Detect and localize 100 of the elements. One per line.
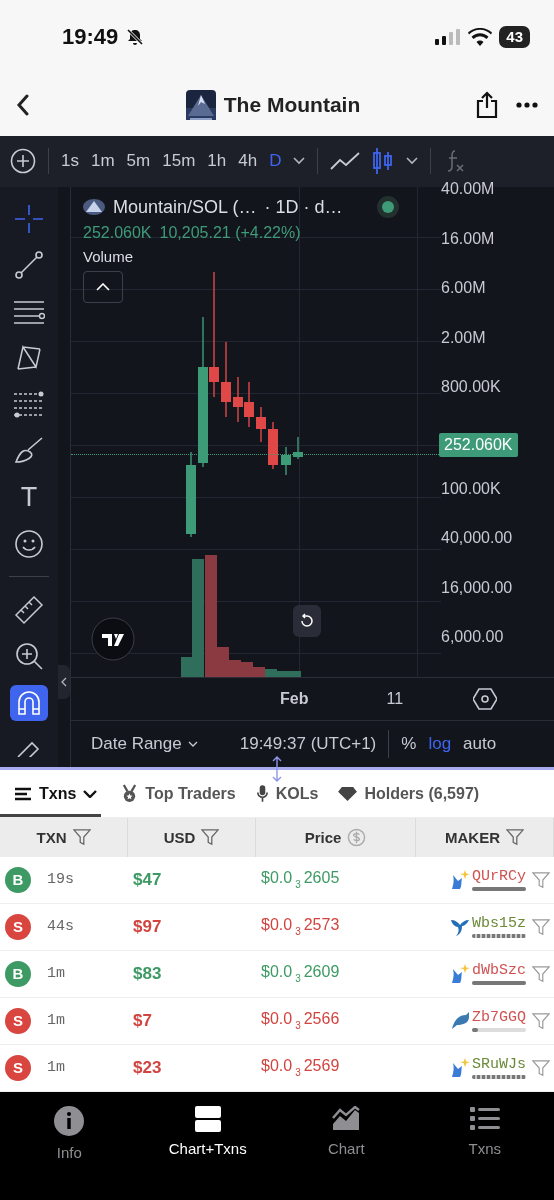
bottom-nav-item[interactable]: Chart+Txns [138, 1105, 277, 1157]
column-header[interactable]: USD [128, 818, 256, 857]
diamond-icon [338, 786, 358, 802]
side-badge: B [5, 960, 31, 987]
caret-icon[interactable] [293, 157, 306, 166]
axis-label: 16,000.00 [441, 577, 514, 598]
resize-handle-icon[interactable] [271, 755, 283, 782]
filter-icon[interactable] [532, 917, 550, 936]
interval-tab[interactable]: 5m [126, 151, 151, 172]
axis-label: 11 [386, 689, 404, 708]
maker-address-link[interactable]: dWbSzc [472, 962, 526, 980]
maker-address-link[interactable]: Wbs15z [472, 915, 526, 933]
price-cell-text: $0.0 $_{3}$ 2566 [261, 1010, 341, 1031]
axis-label: 6.00M [441, 278, 487, 299]
tab[interactable]: Txns [0, 769, 102, 818]
microphone-icon [255, 784, 269, 804]
usd-cell-text: $23 [133, 1057, 163, 1078]
interval-tab[interactable]: 15m [162, 151, 196, 172]
line-chart-icon[interactable] [330, 151, 361, 172]
date-range-dropdown[interactable]: Date Range [91, 733, 198, 754]
signal-icon [435, 28, 462, 45]
tab[interactable]: Top Traders [121, 769, 236, 818]
axis-label: 6,000.00 [441, 627, 505, 648]
volume-bar [265, 668, 277, 677]
column-header[interactable]: Price [256, 818, 416, 857]
bottom-nav-item[interactable]: Txns [415, 1105, 554, 1157]
scale-option[interactable]: log [428, 733, 452, 754]
share-icon[interactable] [476, 90, 498, 119]
wifi-icon [468, 27, 493, 46]
study-label: Volume [83, 247, 134, 265]
interval-tab[interactable]: 1h [207, 151, 227, 172]
more-icon[interactable] [516, 101, 538, 108]
candle [268, 421, 278, 470]
filter-icon[interactable] [201, 828, 220, 847]
candlestick-icon[interactable] [372, 148, 395, 175]
column-header[interactable]: TXN [0, 818, 128, 857]
tab[interactable]: KOLs [255, 769, 319, 818]
maker-address-link[interactable]: QUrRCy [472, 868, 526, 886]
side-badge: S [5, 913, 31, 940]
reset-icon [299, 612, 315, 629]
column-header[interactable]: MAKER [416, 818, 554, 857]
logo-icon [91, 616, 135, 661]
chevron-up-icon [96, 282, 110, 291]
usd-cell-text: $83 [133, 963, 163, 984]
filter-icon[interactable] [532, 1011, 550, 1030]
symbol-label: Mountain/SOL (… [113, 196, 257, 218]
filter-icon[interactable] [532, 870, 550, 889]
token-title: The Mountain [223, 92, 361, 117]
filter-icon[interactable] [506, 828, 524, 847]
caret-icon[interactable] [406, 157, 419, 166]
list-icon [469, 1105, 500, 1132]
interval-tab[interactable]: 4h [238, 151, 258, 172]
usd-cell-text: $47 [133, 869, 163, 890]
side-badge: B [5, 866, 31, 893]
scale-option[interactable]: auto [463, 733, 497, 754]
candle [293, 436, 303, 460]
usd-cell-text: $97 [133, 916, 163, 937]
magnet-tool-icon[interactable] [10, 684, 48, 721]
caret-icon [187, 740, 198, 747]
add-indicator-icon[interactable] [10, 148, 36, 175]
candle [281, 446, 291, 476]
text-tool[interactable]: T [10, 479, 48, 516]
collapse-button[interactable] [83, 270, 123, 303]
reset-button[interactable] [293, 604, 321, 637]
usd-cell-text: $7 [133, 1010, 153, 1031]
side-badge: S [5, 1007, 31, 1034]
bottom-nav-item[interactable]: Info [0, 1105, 139, 1161]
age-cell-text: 1m [47, 1012, 66, 1030]
bottom-nav-item[interactable]: Chart [277, 1105, 416, 1157]
axis-label: Feb [280, 689, 309, 708]
time-zone-clock: 19:49:37 (UTC+1) [239, 733, 377, 754]
filter-icon[interactable] [532, 1058, 550, 1077]
settings-icon[interactable] [473, 687, 498, 710]
caret-icon [83, 789, 98, 798]
axis-label: 100.00K [441, 478, 502, 499]
sparkle-icon [450, 962, 470, 985]
price-cell-text: $0.0 $_{3}$ 2609 [261, 963, 341, 984]
axis-label: 2.00M [441, 327, 487, 348]
axis-label: 40,000.00 [441, 528, 514, 549]
scale-option[interactable]: % [401, 733, 417, 754]
token-logo-icon [83, 198, 105, 217]
interval-tab[interactable]: 1s [61, 151, 79, 172]
tab[interactable]: Holders (6,597) [338, 769, 480, 818]
price-value: 252.060K [83, 223, 152, 242]
filter-icon[interactable] [72, 828, 91, 847]
maker-address-link[interactable]: Zb7GGQ [472, 1009, 526, 1027]
axis-label: 800.00K [441, 377, 502, 398]
area-chart-icon [332, 1105, 361, 1132]
bell-muted-icon [125, 26, 146, 47]
filter-icon[interactable] [532, 964, 550, 983]
interval-tab[interactable]: 1m [90, 151, 115, 172]
candle [256, 406, 266, 443]
collapse-handle[interactable] [58, 664, 70, 699]
interval-label: · 1D · d… [264, 196, 343, 218]
status-time: 19:49 [62, 23, 119, 50]
maker-address-link[interactable]: SRuWJs [472, 1056, 526, 1074]
back-icon[interactable] [16, 93, 30, 116]
axis-label: 40.00M [441, 178, 496, 199]
sparkle-icon [450, 868, 470, 891]
menu-icon [14, 786, 32, 801]
